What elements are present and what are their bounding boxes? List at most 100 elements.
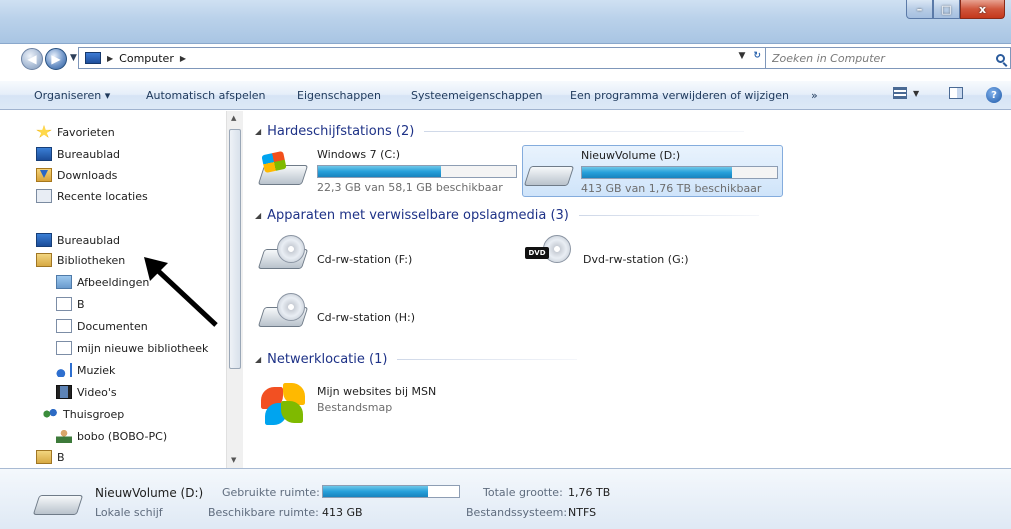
collapse-triangle-icon[interactable]: ◢ — [255, 127, 261, 136]
drive-f-tile[interactable]: Cd-rw-station (F:) — [257, 233, 499, 285]
nav-label: Bureaublad — [57, 147, 121, 161]
nav-downloads[interactable]: Downloads — [36, 166, 117, 184]
nav-pictures[interactable]: Afbeeldingen — [56, 273, 149, 291]
user-icon — [56, 429, 72, 443]
nav-favorites[interactable]: Favorieten — [36, 123, 115, 141]
minimize-button[interactable]: – — [906, 0, 933, 19]
system-properties-button[interactable]: Systeemeigenschappen — [411, 89, 543, 102]
hard-drive-icon — [523, 152, 575, 192]
nav-desktop-root[interactable]: Bureaublad — [36, 231, 120, 249]
details-total-label: Totale grootte: — [483, 486, 563, 499]
back-button[interactable]: ◀ — [21, 48, 43, 70]
breadcrumb-chevron-icon[interactable]: ▶ — [107, 54, 113, 63]
search-icon[interactable] — [996, 53, 1005, 63]
homegroup-icon — [42, 407, 58, 421]
more-commands-button[interactable]: » — [811, 89, 818, 102]
scrollbar-thumb[interactable] — [229, 129, 241, 369]
desktop-icon — [36, 233, 52, 247]
hard-drive-icon — [32, 481, 84, 521]
network-location-name: Mijn websites bij MSN — [317, 385, 437, 398]
drive-d-tile[interactable]: NieuwVolume (D:) 413 GB van 1,76 TB besc… — [522, 145, 783, 197]
properties-button[interactable]: Eigenschappen — [297, 89, 381, 102]
recent-pages-dropdown[interactable]: ▼ — [70, 53, 77, 63]
folder-icon — [36, 450, 52, 464]
collapse-triangle-icon[interactable]: ◢ — [255, 355, 261, 364]
group-header-removable[interactable]: ◢ Apparaten met verwisselbare opslagmedi… — [255, 205, 759, 225]
help-button[interactable]: ? — [986, 87, 1002, 103]
group-header-hard-disks[interactable]: ◢ Hardeschijfstations (2) — [255, 121, 745, 141]
preview-pane-icon — [949, 87, 963, 99]
documents-icon — [56, 319, 72, 333]
nav-label: Thuisgroep — [63, 407, 125, 421]
collapse-triangle-icon[interactable]: ◢ — [255, 211, 261, 220]
drive-g-tile[interactable]: DVD Dvd-rw-station (G:) — [525, 233, 765, 285]
nav-label: Bibliotheken — [57, 253, 126, 267]
nav-recent-places[interactable]: Recente locaties — [36, 187, 148, 205]
change-view-button[interactable]: ▼ — [893, 87, 919, 99]
nav-music[interactable]: Muziek — [56, 361, 115, 379]
library-icon — [56, 341, 72, 355]
network-location-tile[interactable]: Mijn websites bij MSN Bestandsmap — [259, 377, 499, 429]
nav-new-library[interactable]: mijn nieuwe bibliotheek — [56, 339, 208, 357]
nav-label: B — [77, 297, 85, 311]
breadcrumb-computer[interactable]: Computer — [119, 52, 174, 65]
drive-name: Windows 7 (C:) — [317, 148, 401, 161]
uninstall-program-button[interactable]: Een programma verwijderen of wijzigen — [570, 89, 789, 102]
breadcrumb-chevron-icon[interactable]: ▶ — [180, 54, 186, 63]
organize-menu[interactable]: Organiseren ▾ — [34, 89, 110, 102]
nav-videos[interactable]: Video's — [56, 383, 117, 401]
preview-pane-button[interactable] — [949, 87, 963, 99]
nav-label: Recente locaties — [57, 189, 148, 203]
details-fs-value: NTFS — [568, 506, 597, 519]
libraries-icon — [36, 253, 52, 267]
back-arrow-icon: ◀ — [27, 52, 37, 66]
cd-drive-icon — [257, 293, 309, 333]
details-drive-name: NieuwVolume (D:) — [95, 486, 204, 500]
group-divider — [578, 214, 759, 216]
group-header-network[interactable]: ◢ Netwerklocatie (1) — [255, 349, 578, 369]
nav-libraries[interactable]: Bibliotheken — [36, 251, 125, 269]
address-bar[interactable]: ▶ Computer ▶ ▼ ↻ — [78, 47, 766, 69]
scroll-up-icon[interactable]: ▲ — [231, 114, 236, 122]
drive-usage-fill — [582, 167, 733, 178]
drive-c-tile[interactable]: Windows 7 (C:) 22,3 GB van 58,1 GB besch… — [257, 145, 519, 197]
nav-label: Video's — [77, 385, 117, 399]
nav-homegroup[interactable]: Thuisgroep — [42, 405, 124, 423]
search-box[interactable] — [765, 47, 1011, 69]
details-drive-type: Lokale schijf — [95, 506, 163, 519]
autoplay-button[interactable]: Automatisch afspelen — [146, 89, 266, 102]
video-icon — [56, 385, 72, 399]
star-icon — [36, 125, 52, 138]
drive-name: Cd-rw-station (F:) — [317, 253, 413, 266]
nav-desktop[interactable]: Bureaublad — [36, 145, 120, 163]
nav-library-b[interactable]: B — [56, 295, 85, 313]
address-dropdown-icon[interactable]: ▼ — [739, 51, 746, 61]
drive-h-tile[interactable]: Cd-rw-station (H:) — [257, 291, 499, 343]
details-usage-bar — [322, 485, 460, 498]
forward-button[interactable]: ▶ — [45, 48, 67, 70]
windows-drive-icon — [257, 150, 309, 191]
close-button[interactable]: x — [960, 0, 1005, 19]
caption-buttons: – □ x — [906, 0, 1005, 19]
network-location-type: Bestandsmap — [317, 401, 393, 414]
drive-free-space: 22,3 GB van 58,1 GB beschikbaar — [317, 181, 503, 194]
chevron-down-icon: ▼ — [913, 88, 920, 98]
maximize-button[interactable]: □ — [933, 0, 960, 19]
nav-documents[interactable]: Documenten — [56, 317, 148, 335]
details-free-label: Beschikbare ruimte: — [208, 506, 319, 519]
nav-pane-scrollbar[interactable]: ▲ ▼ — [226, 111, 243, 468]
downloads-icon — [36, 168, 52, 182]
address-controls: ▼ ↻ — [739, 51, 761, 61]
nav-folder-b[interactable]: B — [36, 448, 65, 466]
window-frame: – □ x — [0, 0, 1011, 44]
drive-usage-bar — [581, 166, 778, 179]
search-input[interactable] — [772, 49, 992, 67]
help-icon: ? — [986, 87, 1002, 103]
nav-homegroup-user[interactable]: bobo (BOBO-PC) — [56, 427, 167, 445]
refresh-icon[interactable]: ↻ — [753, 51, 761, 61]
desktop-icon — [36, 147, 52, 161]
scroll-down-icon[interactable]: ▼ — [231, 456, 236, 464]
group-divider — [424, 130, 745, 132]
details-usage-fill — [323, 486, 428, 497]
nav-label: B — [57, 450, 65, 464]
